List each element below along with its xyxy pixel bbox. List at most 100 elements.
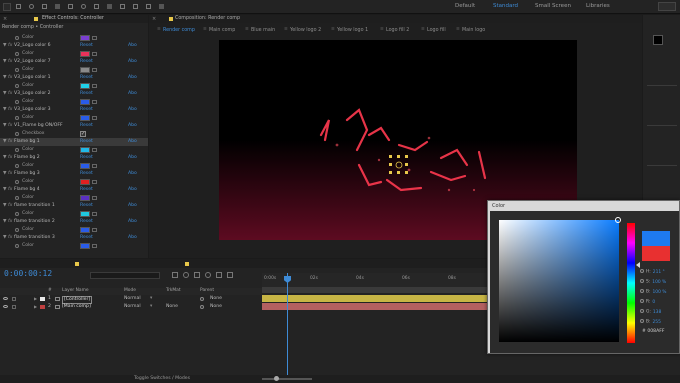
effect-property-row[interactable]: Color	[0, 242, 148, 250]
layer-name[interactable]: [Main comp]	[62, 303, 91, 311]
stopwatch-icon[interactable]	[15, 148, 19, 152]
comp-tab[interactable]: Render comp	[163, 26, 195, 35]
timeline-toggle-icons[interactable]	[172, 272, 252, 280]
reset-link[interactable]: Reset	[80, 218, 93, 226]
parent-dropdown[interactable]: None	[210, 295, 222, 303]
solo-icon[interactable]	[12, 297, 16, 301]
effect-property-row[interactable]: Color	[0, 146, 148, 154]
reset-link[interactable]: Reset	[80, 90, 93, 98]
tool-icons[interactable]	[16, 4, 216, 10]
about-link[interactable]: Abo	[128, 202, 137, 210]
effect-property-row[interactable]: Color	[0, 50, 148, 58]
zoom-slider-handle[interactable]	[274, 376, 279, 381]
old-color-swatch[interactable]	[642, 246, 670, 261]
effect-property-row[interactable]: Color	[0, 34, 148, 42]
effect-property-row[interactable]: Color	[0, 114, 148, 122]
chevron-down-icon[interactable]: ▾	[150, 303, 152, 311]
comp-tab[interactable]: Logo fill 2	[386, 26, 409, 35]
effect-row[interactable]: ▼ fx Flame bg 4 Reset Abo	[0, 186, 148, 194]
effect-property-row[interactable]: Checkbox ✓	[0, 130, 148, 138]
color-swatch[interactable]	[80, 115, 90, 121]
mode-dropdown[interactable]: Normal	[124, 303, 141, 311]
reset-link[interactable]: Reset	[80, 202, 93, 210]
eyedropper-icon[interactable]	[92, 164, 97, 168]
effect-property-row[interactable]: Color	[0, 162, 148, 170]
effect-property-row[interactable]: Color	[0, 82, 148, 90]
color-field-row[interactable]: B: 255	[640, 319, 661, 325]
hex-field[interactable]: # 008AFF	[642, 329, 676, 337]
layer-row[interactable]: ▶ 1 [Controller] Normal ▾ None	[0, 295, 262, 304]
fx-toggle-icon[interactable]: fx	[8, 154, 12, 162]
composition-tab[interactable]: Composition: Render comp	[175, 16, 240, 21]
fx-toggle-icon[interactable]: fx	[8, 74, 12, 82]
fx-toggle-icon[interactable]: fx	[8, 90, 12, 98]
trkmat-dropdown[interactable]: None	[166, 303, 178, 311]
fx-toggle-icon[interactable]: fx	[8, 234, 12, 242]
eyedropper-icon[interactable]	[92, 52, 97, 56]
label-color[interactable]	[40, 297, 45, 301]
stopwatch-icon[interactable]	[15, 132, 19, 136]
color-field-row[interactable]: G: 138	[640, 309, 661, 315]
color-swatch[interactable]	[80, 227, 90, 233]
eyedropper-icon[interactable]	[92, 68, 97, 72]
comp-tab[interactable]: Main logo	[462, 26, 485, 35]
expand-triangle-icon[interactable]: ▼	[3, 202, 7, 210]
color-swatch[interactable]	[80, 35, 90, 41]
tab-close-icon[interactable]: ≡	[245, 27, 249, 32]
effect-row[interactable]: ▼ fx V3_Logo color 1 Reset Abo	[0, 74, 148, 82]
about-link[interactable]: Abo	[128, 186, 137, 194]
stopwatch-icon[interactable]	[15, 244, 19, 248]
color-field-row[interactable]: S: 100 %	[640, 279, 666, 285]
column-layer-name[interactable]: Layer Name	[62, 288, 89, 293]
saturation-brightness-field[interactable]	[499, 220, 619, 342]
radio-button[interactable]	[640, 299, 644, 303]
current-time-display[interactable]: 0:00:00:12	[4, 269, 52, 278]
work-area-bar[interactable]	[262, 287, 488, 293]
workspace-small-screen[interactable]: Small Screen	[535, 3, 571, 9]
expand-triangle-icon[interactable]: ▼	[3, 122, 7, 130]
expand-triangle-icon[interactable]: ▼	[3, 218, 7, 226]
column-trkmat[interactable]: TrkMat	[166, 288, 181, 293]
zoom-slider[interactable]	[262, 378, 312, 380]
about-link[interactable]: Abo	[128, 218, 137, 226]
color-field-row[interactable]: H: 211 °	[640, 269, 665, 275]
effect-row[interactable]: ▼ fx V3_Logo color 3 Reset Abo	[0, 106, 148, 114]
parent-dropdown[interactable]: None	[210, 303, 222, 311]
eyedropper-icon[interactable]	[92, 84, 97, 88]
eyedropper-icon[interactable]	[92, 228, 97, 232]
expand-triangle-icon[interactable]: ▼	[3, 154, 7, 162]
effect-row[interactable]: ▼ fx flame transition 2 Reset Abo	[0, 218, 148, 226]
comp-tab[interactable]: Yellow logo 2	[290, 26, 321, 35]
layer-bar-controller[interactable]	[262, 295, 488, 302]
tab-close-icon[interactable]: ≡	[456, 27, 460, 32]
about-link[interactable]: Abo	[128, 58, 137, 66]
effect-row[interactable]: ▼ fx Flame bg 1 Reset Abo	[0, 138, 148, 146]
workspace-libraries[interactable]: Libraries	[586, 3, 610, 9]
radio-button[interactable]	[640, 289, 644, 293]
stopwatch-icon[interactable]	[15, 36, 19, 40]
field-value[interactable]: 138	[653, 310, 661, 315]
stopwatch-icon[interactable]	[15, 116, 19, 120]
field-value[interactable]: 255	[653, 320, 661, 325]
about-link[interactable]: Abo	[128, 138, 137, 146]
effect-row[interactable]: ▼ fx V3_Logo color 2 Reset Abo	[0, 90, 148, 98]
effect-property-row[interactable]: Color	[0, 98, 148, 106]
effect-row[interactable]: ▼ fx V1_Flame bg ON/OFF Reset Abo	[0, 122, 148, 130]
color-swatch[interactable]	[653, 35, 663, 45]
eyedropper-icon[interactable]	[92, 180, 97, 184]
eyedropper-icon[interactable]	[92, 212, 97, 216]
about-link[interactable]: Abo	[128, 106, 137, 114]
expand-triangle-icon[interactable]: ▼	[3, 90, 7, 98]
radio-button[interactable]	[640, 309, 644, 313]
eyedropper-icon[interactable]	[92, 244, 97, 248]
expand-triangle-icon[interactable]: ▼	[3, 234, 7, 242]
tab-close-icon[interactable]: ≡	[203, 27, 207, 32]
comp-tab[interactable]: Logo fill	[427, 26, 446, 35]
toggle-switches-modes[interactable]: Toggle Switches / Modes	[134, 376, 190, 381]
effect-row[interactable]: ▼ fx V2_Logo color 7 Reset Abo	[0, 58, 148, 66]
parent-pickwhip-icon[interactable]	[200, 297, 204, 301]
expand-triangle-icon[interactable]: ▶	[34, 303, 37, 311]
fx-toggle-icon[interactable]: fx	[8, 170, 12, 178]
stopwatch-icon[interactable]	[15, 52, 19, 56]
layer-row[interactable]: ▶ 2 [Main comp] Normal ▾ None None	[0, 303, 262, 311]
